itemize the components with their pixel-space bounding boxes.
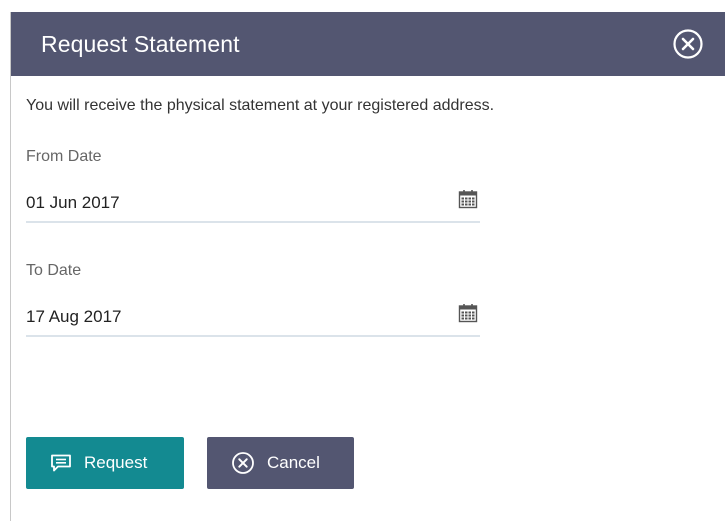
to-date-field	[26, 297, 480, 337]
close-button[interactable]	[672, 28, 704, 60]
dialog-title: Request Statement	[41, 31, 240, 57]
request-statement-dialog: Request Statement You will receive the p…	[10, 12, 725, 521]
calendar-icon[interactable]	[458, 189, 478, 209]
from-date-input[interactable]	[26, 191, 426, 215]
close-circle-icon	[673, 29, 703, 59]
request-button[interactable]: Request	[26, 437, 184, 489]
to-date-label: To Date	[26, 262, 82, 279]
from-date-field	[26, 183, 480, 223]
request-button-label: Request	[84, 453, 148, 472]
cancel-circle-icon	[231, 451, 255, 475]
from-date-label: From Date	[26, 148, 102, 165]
info-message: You will receive the physical statement …	[26, 97, 495, 114]
calendar-icon[interactable]	[458, 303, 478, 323]
to-date-input[interactable]	[26, 305, 426, 329]
message-icon	[50, 454, 72, 472]
dialog-header: Request Statement	[11, 12, 725, 76]
cancel-button-label: Cancel	[267, 453, 320, 472]
cancel-button[interactable]: Cancel	[207, 437, 354, 489]
